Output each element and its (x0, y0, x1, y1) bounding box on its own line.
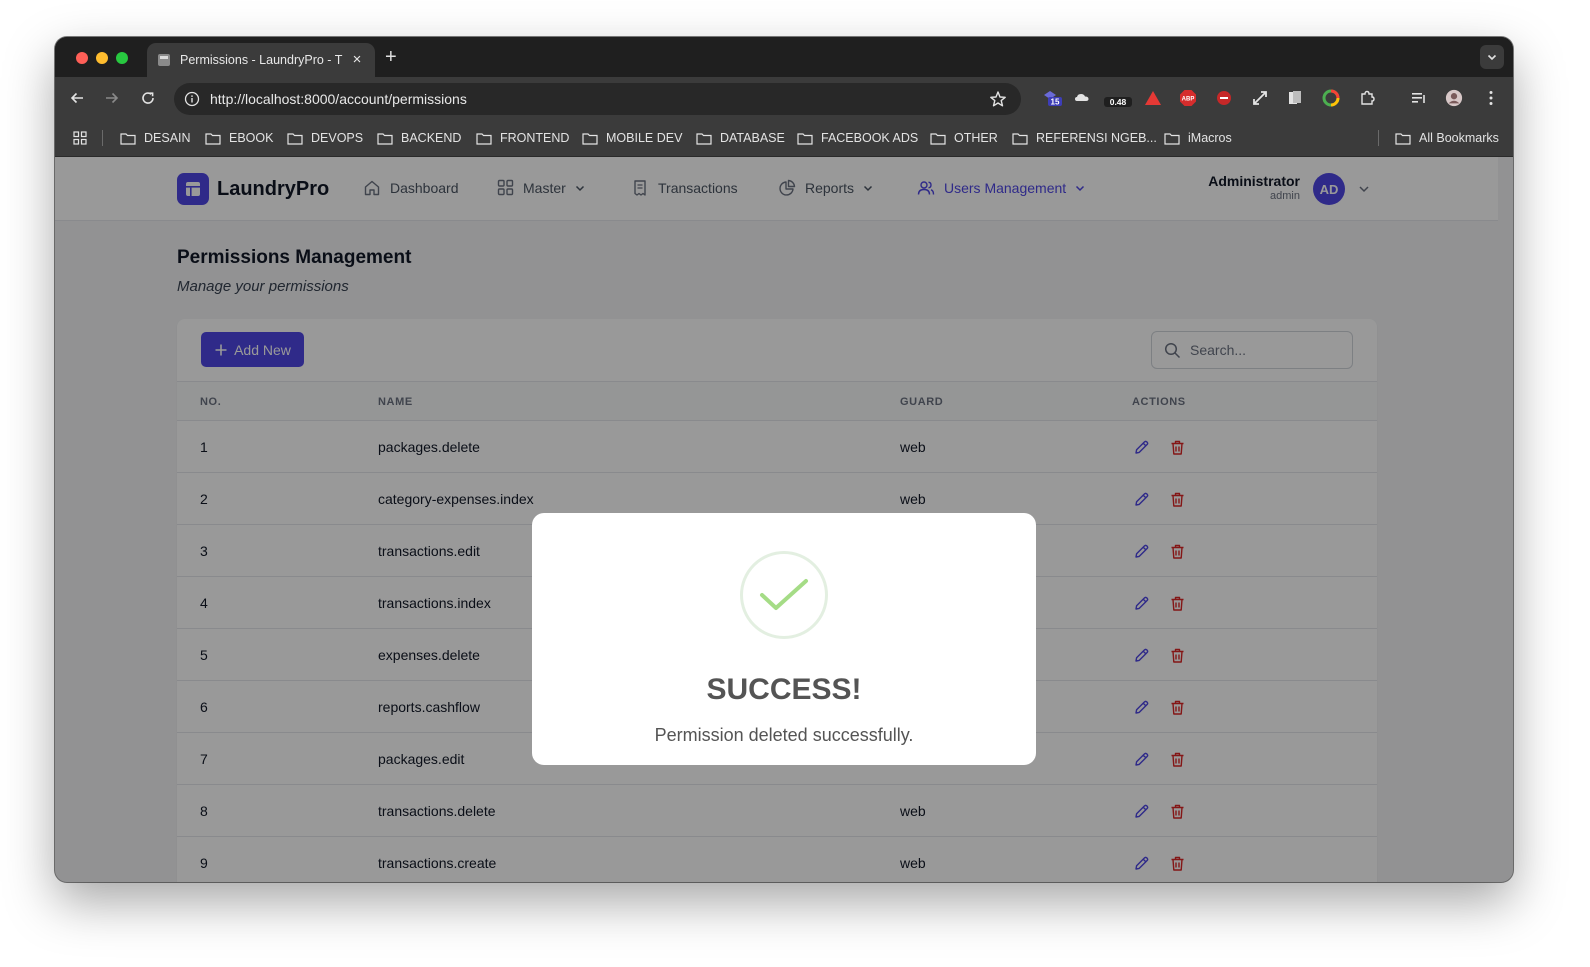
bookmark-label: FACEBOOK ADS (821, 131, 919, 145)
bookmark-folder[interactable]: DATABASE (696, 129, 785, 147)
reading-list-icon[interactable] (1410, 89, 1428, 107)
bookmarks-separator (102, 130, 103, 146)
site-info-icon[interactable] (184, 91, 200, 107)
apps-grid-icon[interactable] (73, 129, 95, 147)
check-circle-icon (740, 551, 828, 639)
extension-value-icon[interactable]: 0.48 (1103, 89, 1133, 107)
reload-icon (142, 92, 154, 104)
tab-strip: Permissions - LaundryPro - T × + (55, 37, 1513, 77)
maximize-window-button[interactable] (116, 52, 128, 64)
expand-icon[interactable] (1251, 89, 1269, 107)
forward-arrow-icon (106, 92, 119, 104)
folder-icon (287, 132, 303, 145)
extensions-puzzle-icon[interactable] (1358, 89, 1376, 107)
bookmark-label: EBOOK (229, 131, 274, 145)
bookmark-label: DESAIN (144, 131, 191, 145)
close-tab-icon[interactable]: × (349, 52, 365, 68)
url-text: http://localhost:8000/account/permission… (210, 91, 467, 107)
bookmarks-separator (1378, 130, 1379, 146)
bookmark-folder[interactable]: BACKEND (377, 129, 461, 147)
extension-docs-icon[interactable] (1286, 89, 1304, 107)
bookmark-label: iMacros (1188, 131, 1232, 145)
address-bar[interactable]: http://localhost:8000/account/permission… (174, 83, 1021, 115)
bookmark-folder[interactable]: FACEBOOK ADS (797, 129, 918, 147)
svg-text:ABP: ABP (1182, 97, 1195, 103)
modal-message: Permission deleted successfully. (654, 725, 914, 745)
bookmarks-bar: DESAIN EBOOK DEVOPS BACKEND FRONTEND MOB… (55, 119, 1513, 157)
bookmark-folder[interactable]: REFERENSI NGEB... (1012, 129, 1157, 147)
bookmark-label: DATABASE (720, 131, 785, 145)
folder-icon (205, 132, 221, 145)
extension-badge-icon[interactable]: 15 (1041, 89, 1063, 107)
chevron-down-icon (1487, 54, 1497, 61)
profile-avatar-icon[interactable] (1445, 89, 1463, 107)
folder-icon (797, 132, 813, 145)
bookmark-star-icon[interactable] (989, 90, 1007, 108)
bookmark-folder[interactable]: MOBILE DEV (582, 129, 682, 147)
folder-icon (930, 132, 946, 145)
folder-icon (120, 132, 136, 145)
bookmark-folder[interactable]: EBOOK (205, 129, 273, 147)
extension-cloud-icon[interactable] (1073, 89, 1091, 107)
modal-backdrop[interactable]: SUCCESS! Permission deleted successfully… (55, 157, 1513, 882)
all-bookmarks-label: All Bookmarks (1419, 131, 1499, 145)
bookmark-label: OTHER (954, 131, 998, 145)
folder-icon (582, 132, 598, 145)
browser-toolbar: http://localhost:8000/account/permission… (55, 77, 1513, 119)
bookmark-folder[interactable]: FRONTEND (476, 129, 569, 147)
extension-value-text: 0.48 (1110, 97, 1127, 107)
bookmark-label: MOBILE DEV (606, 131, 683, 145)
bookmark-folder[interactable]: iMacros (1164, 129, 1232, 147)
extension-warning-icon[interactable] (1144, 89, 1162, 107)
minimize-window-button[interactable] (96, 52, 108, 64)
folder-icon (476, 132, 492, 145)
extension-badge-count: 15 (1051, 98, 1060, 107)
folder-icon (1164, 132, 1180, 145)
forward-button[interactable] (102, 88, 122, 108)
browser-window: Permissions - LaundryPro - T × + http://… (55, 37, 1513, 882)
bookmark-label: REFERENSI NGEB... (1036, 131, 1157, 145)
back-arrow-icon (70, 92, 83, 104)
folder-icon (377, 132, 393, 145)
tab-favicon-icon (157, 53, 171, 67)
modal-title: SUCCESS! (706, 673, 862, 706)
bookmark-folder[interactable]: DESAIN (120, 129, 191, 147)
tab-title: Permissions - LaundryPro - T (180, 53, 343, 67)
tab-search-button[interactable] (1480, 45, 1504, 69)
bookmark-label: DEVOPS (311, 131, 364, 145)
folder-icon (1395, 132, 1411, 145)
adblock-icon[interactable]: ABP (1179, 89, 1197, 107)
folder-icon (1012, 132, 1028, 145)
bookmark-label: BACKEND (401, 131, 462, 145)
back-button[interactable] (67, 88, 87, 108)
browser-menu-icon[interactable] (1482, 89, 1500, 107)
all-bookmarks-folder[interactable]: All Bookmarks (1395, 129, 1499, 147)
bookmark-folder[interactable]: OTHER (930, 129, 998, 147)
browser-tab[interactable]: Permissions - LaundryPro - T × (147, 43, 375, 77)
new-tab-button[interactable]: + (385, 46, 397, 68)
folder-icon (696, 132, 712, 145)
close-window-button[interactable] (76, 52, 88, 64)
reload-button[interactable] (138, 88, 158, 108)
color-picker-icon[interactable] (1322, 89, 1340, 107)
extension-block-icon[interactable] (1215, 89, 1233, 107)
bookmark-label: FRONTEND (500, 131, 570, 145)
success-modal: SUCCESS! Permission deleted successfully… (532, 513, 1036, 765)
bookmark-folder[interactable]: DEVOPS (287, 129, 363, 147)
